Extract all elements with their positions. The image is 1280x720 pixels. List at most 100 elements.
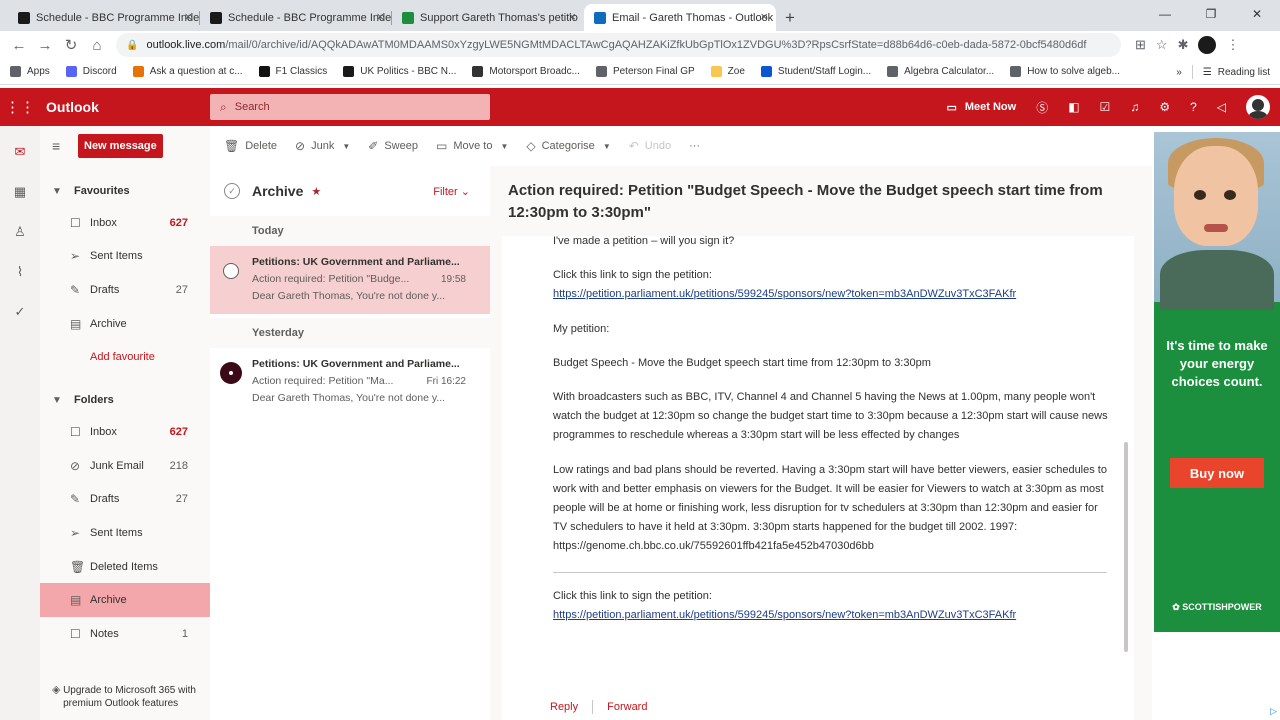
folder-item-sent-items[interactable]: ➢ Sent Items [40,240,210,274]
todo-icon[interactable]: ✓ [0,304,40,326]
onenote-feed-icon[interactable]: ◧ [1068,100,1079,114]
message-list-item[interactable]: Petitions: UK Government and Parliame...… [210,246,490,314]
minimize-icon[interactable]: — [1142,0,1188,28]
bookmark-label: Discord [82,66,117,77]
outlook-brand[interactable]: Outlook [40,99,210,115]
meet-now-button[interactable]: ▭ Meet Now [946,101,1016,114]
folder-label: Sent Items [90,526,143,539]
folder-item-archive[interactable]: ▤ Archive [40,583,210,617]
message-sender: Petitions: UK Government and Parliame... [252,256,460,268]
favourite-star-icon[interactable]: ★ [311,185,321,198]
select-all-icon[interactable]: ✓ [224,183,240,199]
more-actions-button[interactable]: ··· [689,140,700,152]
account-avatar[interactable] [1246,95,1270,119]
bookmark-item[interactable]: Discord [65,66,117,77]
reading-list-link[interactable]: Reading list [1218,67,1270,78]
window-controls: — ❐ ✕ [1142,0,1280,28]
undo-button[interactable]: ↶ Undo [629,139,671,153]
folder-item-junk-email[interactable]: ⊘ Junk Email 218 [40,449,210,483]
categorise-button[interactable]: ◇ Categorise ▼ [526,139,610,153]
sign-petition-link[interactable]: https://petition.parliament.uk/petitions… [553,288,1016,300]
reply-button[interactable]: Reply [550,701,578,713]
browser-tab[interactable]: Schedule - BBC Programme Inde × [200,4,392,31]
close-window-icon[interactable]: ✕ [1234,0,1280,28]
folder-pane: ≡ New message ▼ Favourites ☐ Inbox 627 ➢ Sen… [40,126,210,720]
filter-button[interactable]: Filter ⌄ [433,185,470,198]
sweep-button[interactable]: ✐ Sweep [368,139,418,153]
delete-button[interactable]: 🗑 Delete [224,139,277,153]
bookmark-item[interactable]: Apps [10,66,50,77]
folder-label: Archive [90,317,127,330]
add-favourite-link[interactable]: Add favourite [40,340,210,373]
folders-header[interactable]: ▼ Folders [40,385,210,415]
bookmark-item[interactable]: Peterson Final GP [595,66,695,77]
megaphone-icon[interactable]: ◁ [1217,100,1226,114]
bookmark-star-icon[interactable]: ☆ [1156,37,1168,53]
gear-icon[interactable]: ⚙ [1159,100,1170,114]
select-circle-icon[interactable] [223,263,239,279]
folder-item-notes[interactable]: ☐ Notes 1 [40,617,210,651]
bell-icon[interactable]: ♫ [1130,100,1139,114]
favourites-header[interactable]: ▼ Favourites [40,176,210,206]
bookmark-item[interactable]: Zoe [710,66,745,77]
scrollbar[interactable] [1124,442,1128,652]
reload-icon[interactable]: ↻ [58,36,84,54]
upgrade-promo[interactable]: ◈ Upgrade to Microsoft 365 with premium … [52,684,202,710]
folder-item-drafts[interactable]: ✎ Drafts 27 [40,483,210,517]
app-launcher-icon[interactable]: ⋮⋮ [0,98,40,116]
folder-item-deleted-items[interactable]: 🗑 Deleted Items [40,550,210,584]
move-to-button[interactable]: ▭ Move to ▼ [436,139,508,153]
profile-avatar[interactable] [1198,36,1217,54]
forward-icon[interactable]: → [32,37,58,54]
browser-tab-bar: Schedule - BBC Programme Inde × Schedule -… [0,0,1280,31]
tab-close-icon[interactable]: × [568,9,576,24]
advert[interactable]: It's time to make your energy choices co… [1154,132,1280,632]
extensions-icon[interactable]: ✱ [1178,37,1189,53]
search-input[interactable]: ⌕ Search [210,94,490,120]
attach-icon[interactable]: ⌇ [0,264,40,286]
bookmark-item[interactable]: UK Politics - BBC N... [343,66,456,77]
help-icon[interactable]: ? [1190,100,1197,114]
folder-item-sent-items[interactable]: ➢ Sent Items [40,516,210,550]
hamburger-icon[interactable]: ≡ [52,138,78,154]
tab-close-icon[interactable]: × [760,9,768,24]
tab-close-icon[interactable]: × [184,9,192,24]
home-icon[interactable]: ⌂ [84,37,110,54]
skype-icon[interactable]: Ⓢ [1036,99,1048,116]
buy-now-button[interactable]: Buy now [1170,458,1264,488]
url-field[interactable]: 🔒 outlook.live.com/mail/0/archive/id/AQQ… [116,33,1121,57]
folder-item-inbox[interactable]: ☐ Inbox 627 [40,415,210,449]
more-bookmarks-icon[interactable]: » [1176,67,1182,78]
app-rail: ✉ ▦ ♙ ⌇ ✓ [0,126,40,720]
browser-tab[interactable]: Email - Gareth Thomas - Outlook × [584,4,776,31]
browser-tab[interactable]: Schedule - BBC Programme Inde × [8,4,200,31]
tab-close-icon[interactable]: × [376,9,384,24]
folder-item-drafts[interactable]: ✎ Drafts 27 [40,273,210,307]
back-icon[interactable]: ← [6,37,32,54]
bookmark-item[interactable]: Student/Staff Login... [760,66,871,77]
browser-menu-icon[interactable]: ⋮ [1226,37,1239,53]
browser-tab[interactable]: Support Gareth Thomas's petitio × [392,4,584,31]
forward-button[interactable]: Forward [607,701,647,713]
calendar-check-icon[interactable]: ☑ [1100,100,1111,114]
bookmark-item[interactable]: Ask a question at c... [132,66,243,77]
folder-item-archive[interactable]: ▤ Archive [40,307,210,341]
calendar-icon[interactable]: ▦ [0,184,40,206]
bookmark-item[interactable]: Motorsport Broadc... [472,66,580,77]
people-icon[interactable]: ♙ [0,224,40,246]
restore-icon[interactable]: ❐ [1188,0,1234,28]
new-message-button[interactable]: New message [78,134,163,158]
bookmark-item[interactable]: F1 Classics [258,66,327,77]
junk-button[interactable]: ⊘ Junk ▼ [295,139,350,153]
upgrade-text: Upgrade to Microsoft 365 with premium Ou… [63,685,196,709]
message-list-item[interactable]: Petitions: UK Government and Parliame...… [210,348,490,416]
ad-choices-icon[interactable]: ▷ [1270,706,1277,717]
bookmark-item[interactable]: Algebra Calculator... [887,66,994,77]
folder-item-inbox[interactable]: ☐ Inbox 627 [40,206,210,240]
sign-petition-link[interactable]: https://petition.parliament.uk/petitions… [553,609,1016,621]
email-paragraph: Click this link to sign the petition: htt… [553,266,1113,304]
install-app-icon[interactable]: ⊞ [1135,37,1146,53]
mail-icon[interactable]: ✉ [0,144,40,166]
bookmark-item[interactable]: How to solve algeb... [1010,66,1120,77]
new-tab-button[interactable]: + [776,4,804,31]
